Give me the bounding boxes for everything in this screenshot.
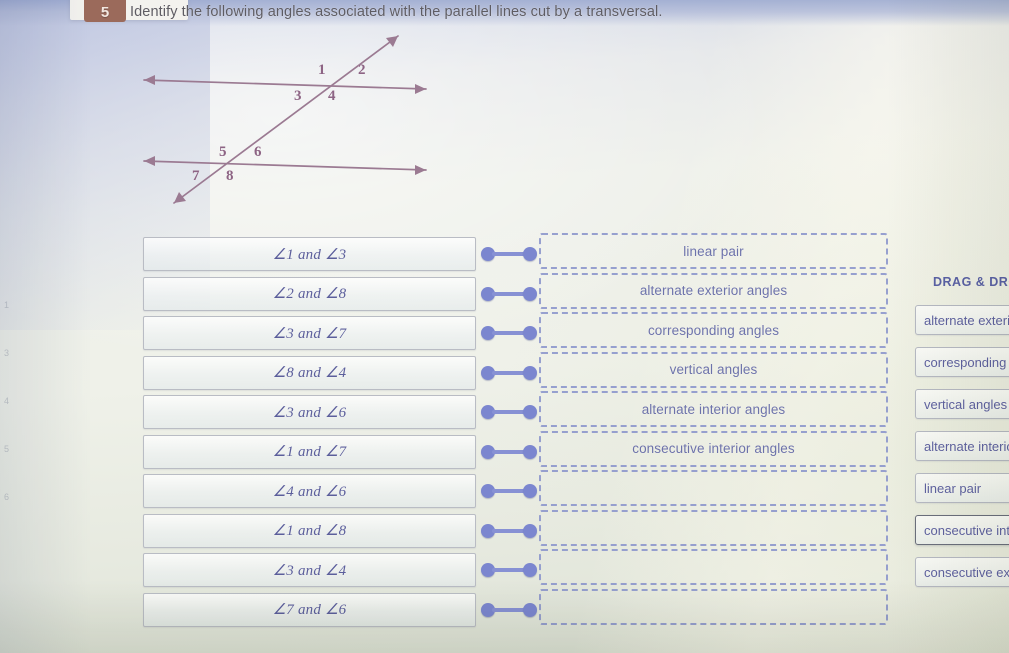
connector-line — [492, 291, 525, 296]
connector-line — [492, 331, 525, 335]
drag-chip-label: consecutive exterior angles — [924, 564, 1009, 580]
drag-chip[interactable]: consecutive interior angles — [915, 515, 1009, 545]
match-row: ∠1 and ∠7 consecutive interior angles — [143, 430, 888, 473]
match-row: ∠1 and ∠3 linear pair — [143, 233, 888, 275]
connector-line — [492, 370, 525, 375]
drag-and-drop-panel: DRAG & DROP alternate exterior angles cor… — [903, 275, 1009, 605]
connector-link-icon — [481, 443, 537, 461]
match-row: ∠4 and ∠6 — [143, 470, 888, 512]
angle-pair-label: ∠3 and ∠7 — [272, 325, 347, 342]
connector-dot-right — [523, 365, 537, 380]
connector-line — [492, 489, 525, 493]
drag-chip[interactable]: corresponding angles — [915, 347, 1009, 377]
drag-chip-label: consecutive interior angles — [924, 522, 1009, 538]
connector-dot-right — [523, 563, 537, 577]
drag-chip[interactable]: consecutive exterior angles — [915, 557, 1009, 587]
match-row: ∠2 and ∠8 alternate exterior angles — [143, 272, 888, 315]
answer-dropzone-label: corresponding angles — [647, 322, 780, 338]
answer-dropzone-label: linear pair — [683, 243, 744, 259]
connector-line — [492, 410, 525, 414]
answer-dropzone-label: consecutive interior angles — [632, 441, 795, 456]
angle-pair-label: ∠4 and ∠6 — [272, 483, 347, 500]
answer-dropzone-label: vertical angles — [669, 362, 758, 377]
match-row: ∠3 and ∠7 corresponding angles — [143, 312, 888, 354]
connector-link-icon — [481, 482, 537, 500]
answer-dropzone[interactable]: consecutive interior angles — [539, 430, 888, 467]
drag-chip-label: alternate interior angles — [924, 438, 1009, 454]
drag-chip[interactable]: linear pair — [915, 473, 1009, 503]
answer-dropzone[interactable] — [539, 549, 888, 585]
drag-chip-label: corresponding angles — [924, 354, 1009, 370]
connector-dot-right — [523, 602, 537, 617]
answer-dropzone[interactable] — [539, 588, 888, 625]
connector-dot-right — [523, 405, 537, 419]
connector-link-icon — [481, 324, 537, 342]
match-row: ∠7 and ∠6 — [143, 588, 888, 631]
answer-dropzone-label: alternate interior angles — [641, 401, 786, 417]
angle-pair-label: ∠3 and ∠6 — [272, 404, 347, 421]
connector-dot-right — [523, 247, 537, 261]
angle-pair-item[interactable]: ∠3 and ∠6 — [143, 395, 476, 429]
angle-pair-label: ∠3 and ∠4 — [272, 562, 347, 579]
angle-pair-label: ∠7 and ∠6 — [272, 602, 347, 618]
connector-line — [492, 607, 525, 612]
match-row: ∠8 and ∠4 vertical angles — [143, 351, 888, 394]
angle-pair-item[interactable]: ∠7 and ∠6 — [143, 592, 476, 627]
angle-pair-label: ∠1 and ∠8 — [272, 523, 347, 539]
answer-dropzone-label: alternate exterior angles — [639, 283, 788, 298]
answer-dropzone[interactable]: vertical angles — [539, 351, 888, 388]
matching-rows: ∠1 and ∠3 linear pair ∠2 and ∠8 alternate e… — [0, 0, 1009, 653]
connector-line — [492, 568, 525, 572]
connector-dot-right — [523, 523, 537, 538]
match-row: ∠1 and ∠8 — [143, 509, 888, 552]
answer-dropzone[interactable]: corresponding angles — [539, 312, 888, 348]
connector-dot-right — [523, 484, 537, 498]
angle-pair-label: ∠8 and ∠4 — [272, 365, 347, 381]
connector-link-icon — [481, 285, 537, 303]
drag-chip[interactable]: vertical angles — [915, 389, 1009, 419]
connector-line — [492, 528, 525, 533]
angle-pair-item[interactable]: ∠1 and ∠3 — [143, 237, 476, 271]
connector-line — [492, 252, 525, 256]
angle-pair-item[interactable]: ∠4 and ∠6 — [143, 474, 476, 508]
connector-link-icon — [481, 601, 537, 619]
connector-dot-right — [523, 286, 537, 301]
answer-dropzone[interactable]: alternate exterior angles — [539, 272, 888, 309]
angle-pair-item[interactable]: ∠1 and ∠7 — [143, 434, 476, 469]
angle-pair-item[interactable]: ∠3 and ∠7 — [143, 316, 476, 350]
answer-dropzone[interactable]: alternate interior angles — [539, 391, 888, 427]
connector-dot-right — [523, 326, 537, 340]
angle-pair-item[interactable]: ∠2 and ∠8 — [143, 276, 476, 311]
drag-drop-title: DRAG & DROP — [933, 275, 1009, 289]
angle-pair-label: ∠1 and ∠7 — [272, 444, 347, 460]
drag-chip-label: linear pair — [924, 480, 982, 496]
answer-dropzone[interactable] — [539, 509, 888, 546]
answer-dropzone[interactable]: linear pair — [539, 233, 888, 269]
drag-chip-label: vertical angles — [924, 396, 1008, 412]
angle-pair-label: ∠2 and ∠8 — [272, 286, 347, 302]
connector-link-icon — [481, 364, 537, 382]
connector-link-icon — [481, 403, 537, 421]
drag-chip[interactable]: alternate interior angles — [915, 431, 1009, 461]
angle-pair-item[interactable]: ∠3 and ∠4 — [143, 553, 476, 587]
drag-chip[interactable]: alternate exterior angles — [915, 305, 1009, 335]
drag-chip-label: alternate exterior angles — [924, 312, 1009, 328]
connector-link-icon — [481, 522, 537, 540]
match-row: ∠3 and ∠6 alternate interior angles — [143, 391, 888, 433]
connector-link-icon — [481, 561, 537, 579]
angle-pair-label: ∠1 and ∠3 — [272, 246, 347, 263]
angle-pair-item[interactable]: ∠1 and ∠8 — [143, 513, 476, 548]
match-row: ∠3 and ∠4 — [143, 549, 888, 591]
connector-link-icon — [481, 245, 537, 263]
answer-dropzone[interactable] — [539, 470, 888, 506]
connector-line — [492, 449, 525, 454]
connector-dot-right — [523, 444, 537, 459]
angle-pair-item[interactable]: ∠8 and ∠4 — [143, 355, 476, 390]
